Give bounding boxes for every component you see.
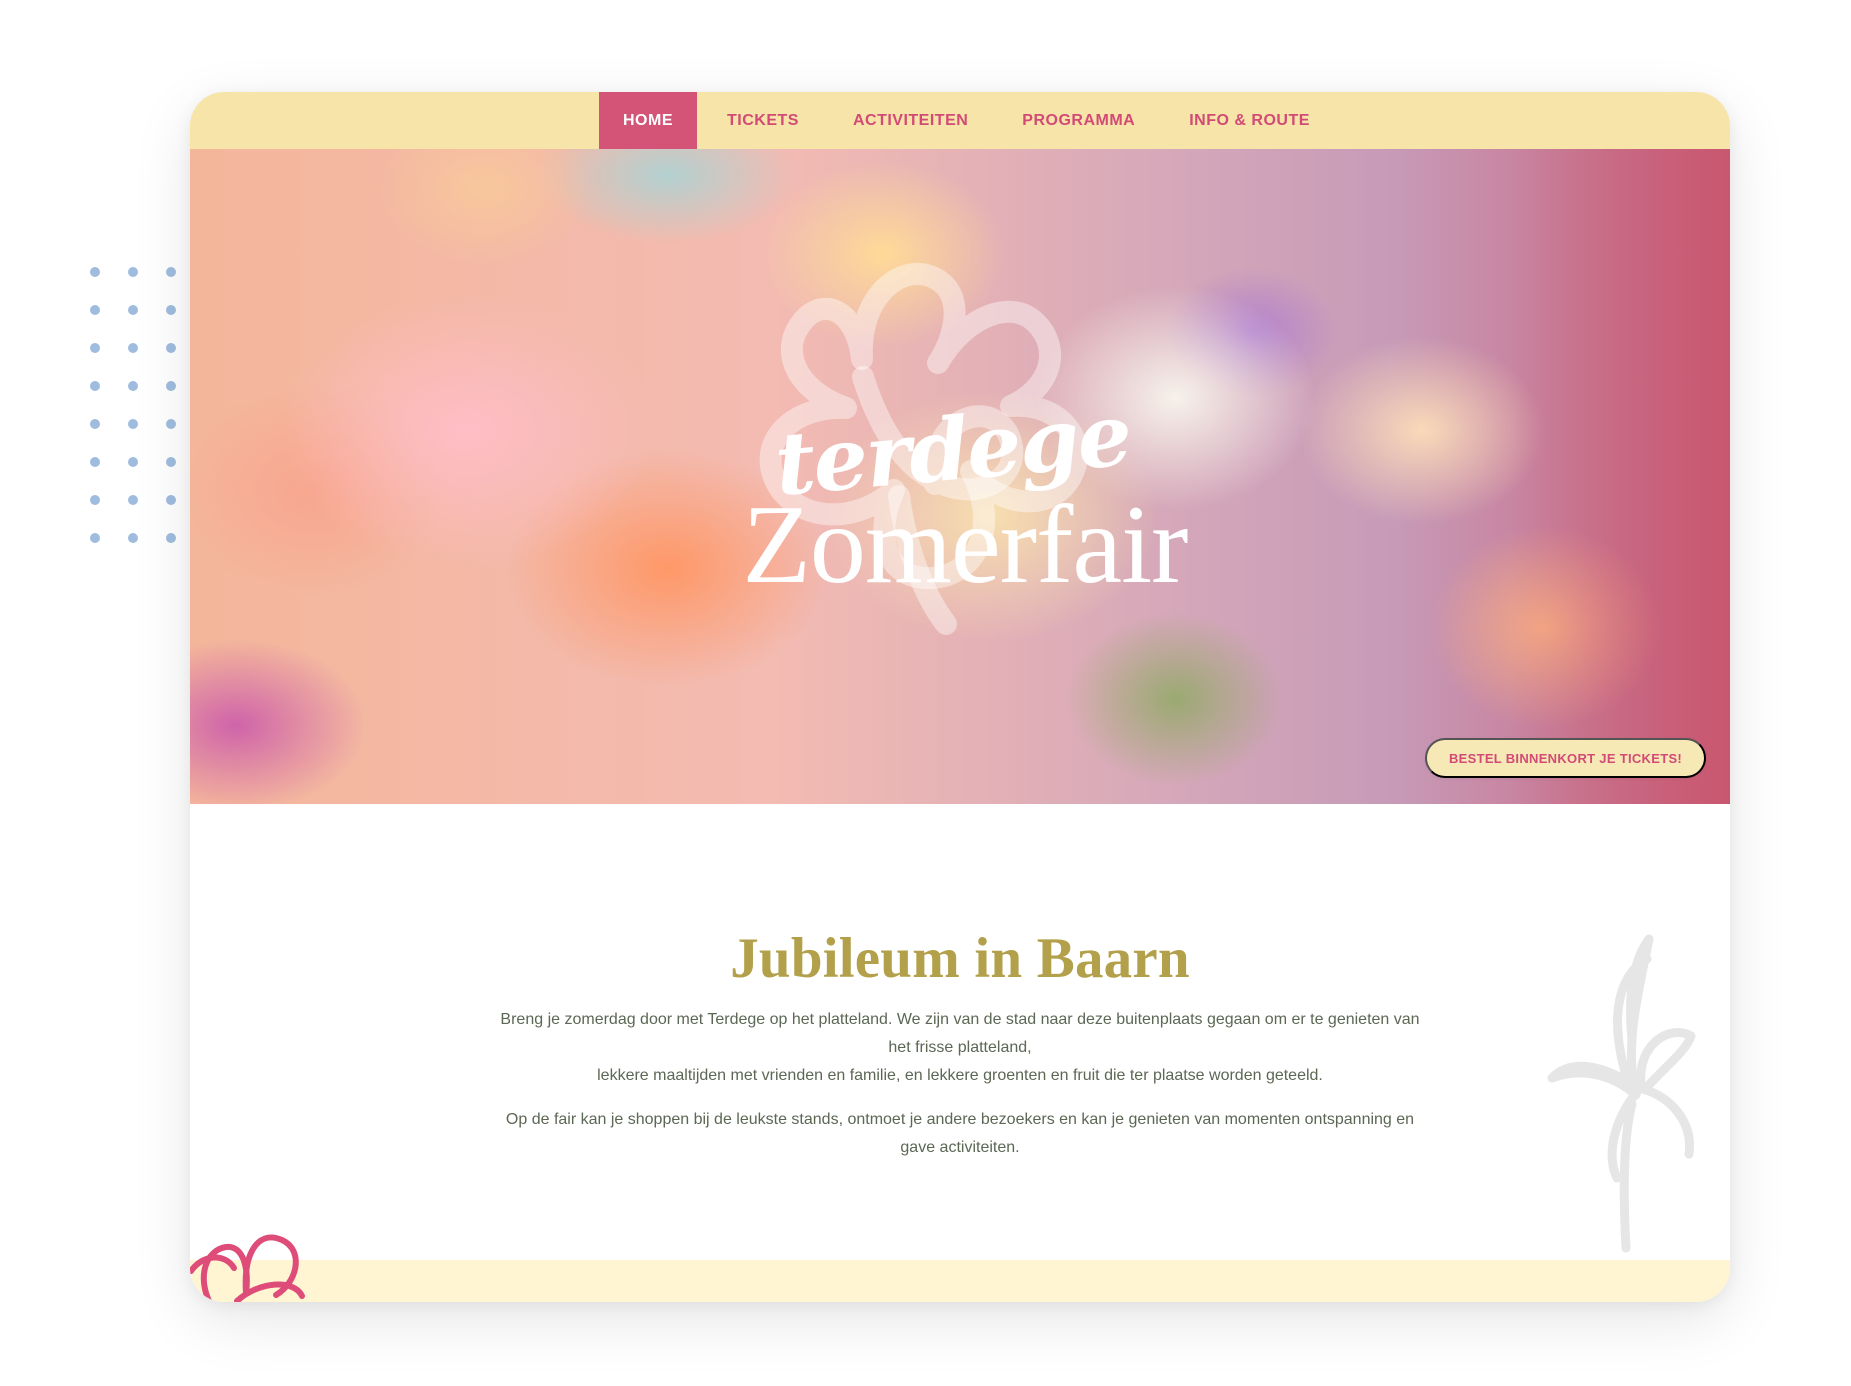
decorative-dot — [90, 381, 100, 391]
website-preview-card: HOME TICKETS ACTIVITEITEN PROGRAMMA INFO… — [190, 92, 1730, 1302]
decorative-dot — [166, 343, 176, 353]
intro-paragraph-2: Op de fair kan je shoppen bij de leukste… — [505, 1111, 1415, 1156]
intro-paragraph-1-line-2: lekkere maaltijden met vrienden en famil… — [597, 1067, 1323, 1084]
hero-logo: terdege Zomerfair — [680, 244, 1200, 709]
decorative-dot — [128, 305, 138, 315]
decorative-dot — [128, 343, 138, 353]
navigation-items: HOME TICKETS ACTIVITEITEN PROGRAMMA INFO… — [599, 92, 1334, 149]
nav-home[interactable]: HOME — [599, 92, 697, 149]
nav-info-route[interactable]: INFO & ROUTE — [1165, 92, 1334, 149]
decorative-dot — [90, 305, 100, 315]
decorative-dot — [90, 495, 100, 505]
decorative-dot — [166, 305, 176, 315]
decorative-dot — [90, 267, 100, 277]
intro-paragraph-1: Breng je zomerdag door met Terdege op he… — [490, 1006, 1430, 1090]
decorative-dot — [166, 457, 176, 467]
decorative-dot — [128, 457, 138, 467]
gray-flower-illustration-icon — [1547, 934, 1696, 1253]
footer-strip — [190, 1260, 1730, 1302]
decorative-dot — [128, 419, 138, 429]
intro-paragraph-1-line-1: Breng je zomerdag door met Terdege op he… — [500, 1011, 1420, 1056]
nav-activiteiten[interactable]: ACTIVITEITEN — [829, 92, 992, 149]
decorative-dot — [90, 533, 100, 543]
decorative-dot — [128, 267, 138, 277]
decorative-dot — [166, 267, 176, 277]
decorative-dot — [90, 457, 100, 467]
decorative-dot — [90, 419, 100, 429]
pink-flower-illustration-icon — [190, 1234, 305, 1302]
decorative-dot — [90, 343, 100, 353]
main-navigation: HOME TICKETS ACTIVITEITEN PROGRAMMA INFO… — [190, 92, 1730, 149]
intro-text: Breng je zomerdag door met Terdege op he… — [490, 1006, 1430, 1162]
logo-main-text: Zomerfair — [742, 483, 1189, 607]
ticket-order-button[interactable]: BESTEL BINNENKORT JE TICKETS! — [1425, 738, 1706, 778]
intro-section: Jubileum in Baarn Breng je zomerdag door… — [190, 804, 1730, 1234]
decorative-dot — [166, 381, 176, 391]
decorative-dot — [128, 495, 138, 505]
decorative-dot — [128, 381, 138, 391]
decorative-dot — [166, 495, 176, 505]
decorative-dot-grid — [90, 267, 180, 557]
decorative-dot — [128, 533, 138, 543]
decorative-dot — [166, 533, 176, 543]
nav-tickets[interactable]: TICKETS — [703, 92, 823, 149]
page-title: Jubileum in Baarn — [730, 927, 1190, 991]
hero-banner: terdege Zomerfair BESTEL BINNENKORT JE T… — [190, 149, 1730, 804]
nav-programma[interactable]: PROGRAMMA — [998, 92, 1159, 149]
decorative-dot — [166, 419, 176, 429]
